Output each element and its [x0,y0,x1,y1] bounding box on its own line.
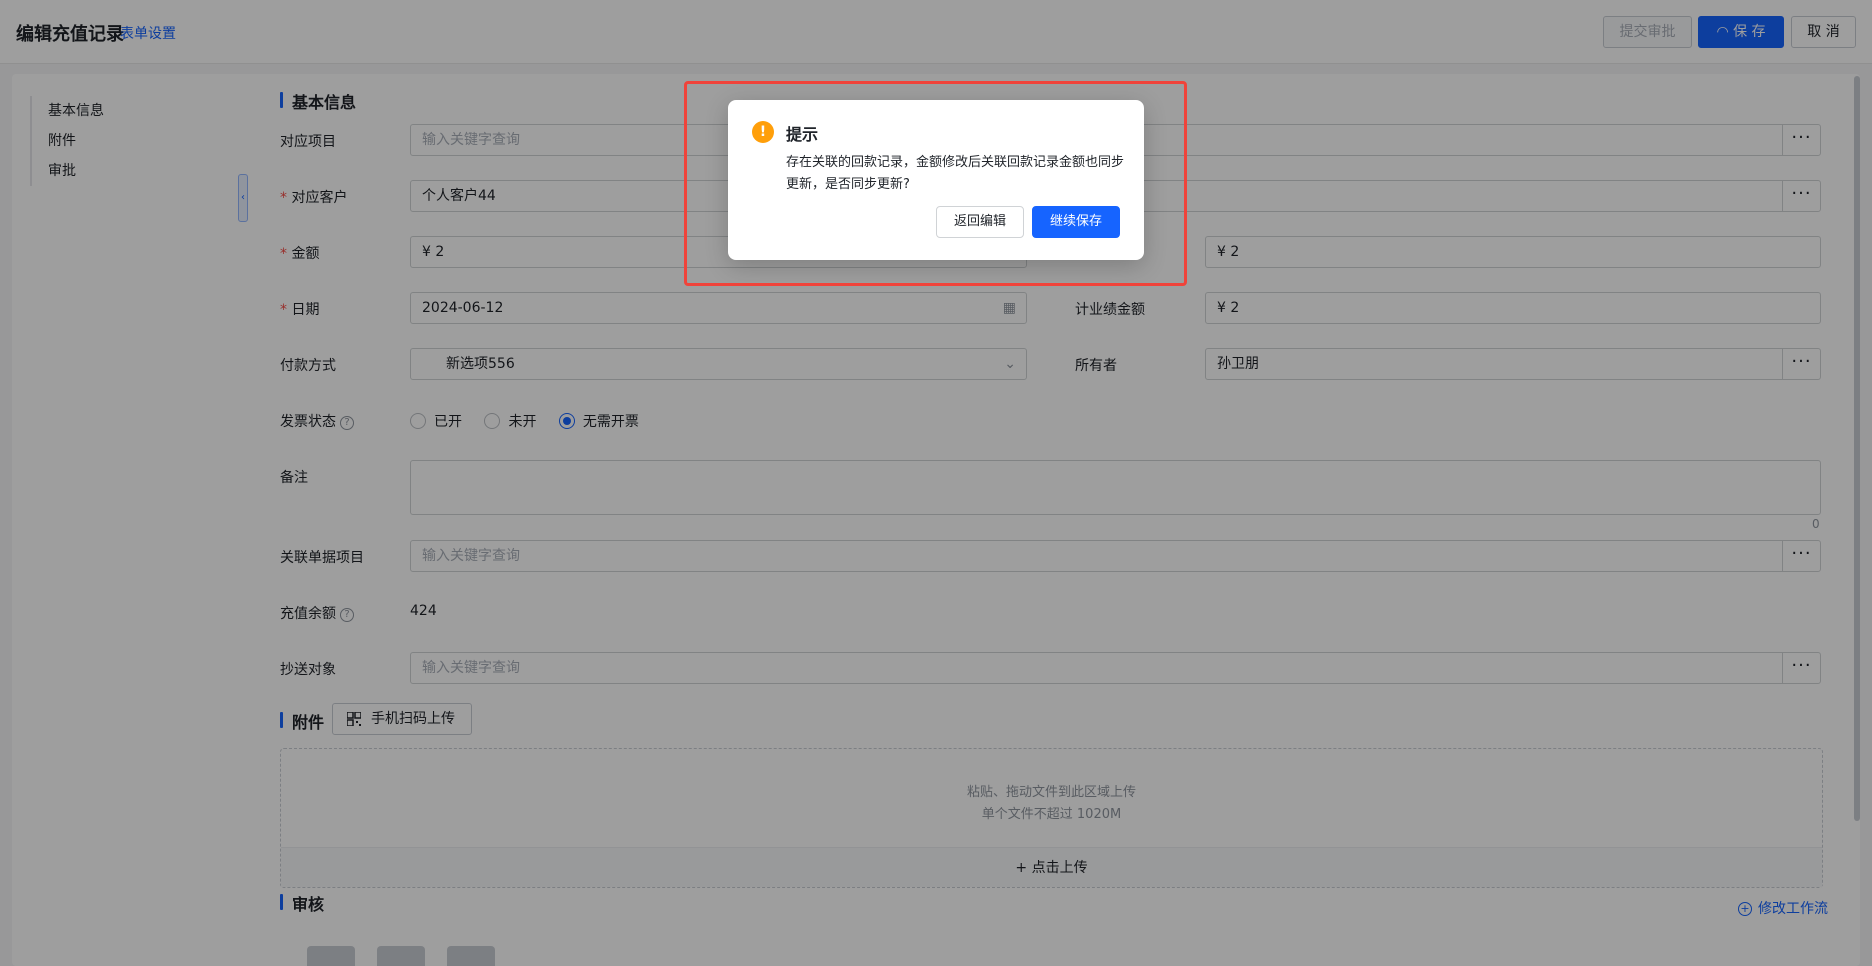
highlight-annotation-box [684,81,1187,286]
